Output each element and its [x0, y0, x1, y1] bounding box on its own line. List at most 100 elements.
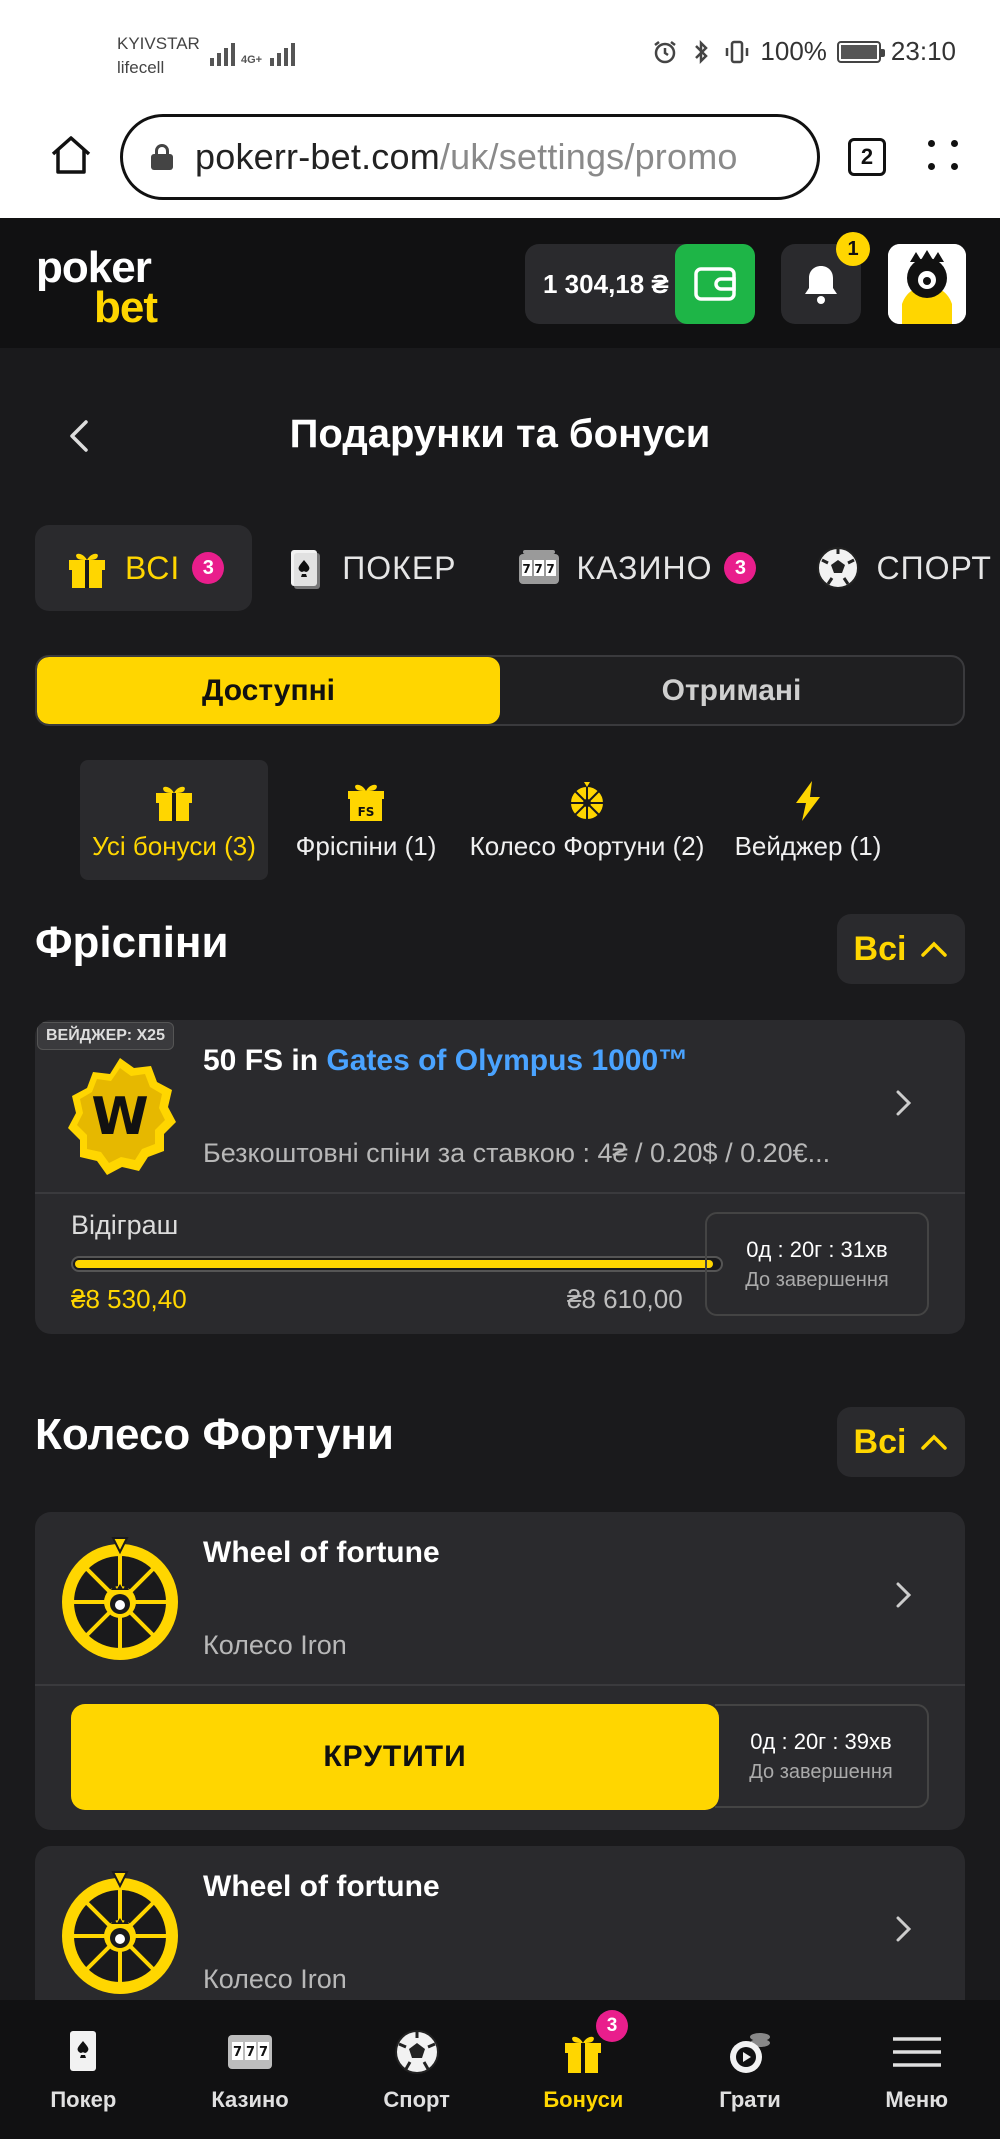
- segment-received[interactable]: Отримані: [500, 657, 963, 724]
- battery-percent: 100%: [760, 36, 827, 66]
- freespin-card-subtitle: Безкоштовні спіни за ставкою : 4₴ / 0.20…: [203, 1138, 831, 1168]
- freespins-toggle-button[interactable]: Всі: [837, 914, 965, 984]
- tab-sport[interactable]: СПОРТ: [786, 525, 991, 611]
- section-title-freespins: Фріспіни: [35, 918, 229, 967]
- wagering-progress-fill: [75, 1260, 714, 1268]
- tab-all-label: ВСІ: [125, 549, 181, 586]
- wheel-toggle-label: Всі: [853, 1422, 907, 1461]
- nav-casino-label: Казино: [211, 2086, 289, 2112]
- nav-poker[interactable]: Покер: [0, 2000, 167, 2139]
- wheel-toggle-button[interactable]: Всі: [837, 1407, 965, 1477]
- wheel-card-subtitle: Колесо Iron: [203, 1630, 347, 1660]
- address-bar[interactable]: pokerr-bet.com/uk/settings/promo: [120, 114, 820, 200]
- slot-icon: 777: [518, 550, 559, 584]
- filter-all-bonuses[interactable]: Усі бонуси (3): [80, 760, 268, 880]
- wheel-bonus-card[interactable]: Wheel of fortune Колесо Iron КРУТИТИ 0д …: [35, 1512, 965, 1830]
- url-path: /uk/settings/promo: [439, 136, 738, 177]
- more-options-icon[interactable]: [928, 140, 960, 172]
- back-arrow-icon[interactable]: [62, 418, 98, 454]
- browser-toolbar: pokerr-bet.com/uk/settings/promo 2: [0, 108, 1000, 218]
- tab-poker[interactable]: ПОКЕР: [252, 525, 486, 611]
- bluetooth-icon: [695, 39, 709, 64]
- avatar-image: [888, 244, 966, 324]
- balance-widget[interactable]: 1 304,18 ₴: [525, 244, 755, 324]
- section-title-wheel: Колесо Фортуни: [35, 1410, 394, 1459]
- svg-text:7: 7: [246, 2045, 255, 2060]
- tab-switcher-button[interactable]: 2: [848, 138, 886, 176]
- page-title-row: Подарунки та бонуси: [0, 400, 1000, 472]
- filter-freespins-label: Фріспіни (1): [295, 830, 437, 861]
- game-thumbnail-w-icon: W: [68, 1058, 176, 1175]
- play-chips-icon: [730, 2032, 771, 2073]
- carrier-name-2: lifecell: [117, 58, 165, 77]
- url-domain: pokerr-bet.com: [195, 136, 440, 177]
- chevron-right-icon[interactable]: [891, 1916, 917, 1942]
- svg-text:FS: FS: [358, 805, 375, 819]
- nav-bonuses[interactable]: Бонуси 3: [500, 2000, 667, 2139]
- expiry-timer: 0д : 20г : 31хв До завершення: [705, 1212, 929, 1316]
- site-header: poker bet 1 304,18 ₴ 1: [0, 218, 1000, 348]
- nav-menu[interactable]: Меню: [833, 2000, 1000, 2139]
- notifications-badge: 1: [836, 232, 870, 266]
- filter-wager[interactable]: Вейджер (1): [710, 760, 906, 880]
- gift-icon: [69, 553, 105, 588]
- nav-bonuses-badge: 3: [596, 2010, 629, 2042]
- nav-casino[interactable]: 777 Казино: [167, 2000, 334, 2139]
- wagering-progress-bar: [71, 1256, 723, 1272]
- nav-bonuses-label: Бонуси: [543, 2086, 624, 2112]
- wheel-card-title: Wheel of fortune: [203, 1870, 440, 1903]
- timer-caption: До завершення: [749, 1760, 893, 1783]
- home-icon[interactable]: [48, 132, 94, 178]
- poker-card-icon: [70, 2030, 97, 2071]
- nav-play[interactable]: Грати: [667, 2000, 834, 2139]
- svg-text:7: 7: [522, 562, 531, 576]
- avatar[interactable]: [888, 244, 966, 324]
- vibrate-icon: [726, 40, 749, 63]
- tab-casino[interactable]: 777 КАЗИНО 3: [487, 525, 787, 611]
- tab-poker-label: ПОКЕР: [342, 549, 457, 586]
- nav-poker-label: Покер: [50, 2086, 117, 2112]
- svg-text:7: 7: [259, 2045, 268, 2060]
- chevron-up-icon: [921, 1434, 948, 1450]
- clock: 23:10: [890, 36, 956, 66]
- tab-all[interactable]: ВСІ 3: [35, 525, 253, 611]
- filter-wheel[interactable]: Колесо Фортуни (2): [464, 760, 710, 880]
- wagering-label: Відіграш: [71, 1210, 179, 1240]
- freespin-title-prefix: 50 FS in: [203, 1044, 327, 1077]
- category-tabs: ВСІ 3 ПОКЕР 777 КАЗИНО 3 СПОРТ: [35, 525, 1000, 611]
- wagering-current-amount: ₴8 530,40: [71, 1284, 187, 1314]
- tab-all-badge: 3: [192, 552, 225, 584]
- nav-sport[interactable]: Спорт: [333, 2000, 500, 2139]
- game-link[interactable]: Gates of Olympus 1000™: [326, 1044, 688, 1077]
- freespin-bonus-card[interactable]: W ВЕЙДЖЕР: X25 50 FS in Gates of Olympus…: [35, 1020, 965, 1334]
- gift-icon: [156, 786, 192, 821]
- wallet-button[interactable]: [675, 244, 755, 324]
- status-bar: KYIVSTAR lifecell 4G+ 100% 23:10: [0, 0, 1000, 108]
- freespin-card-title: 50 FS in Gates of Olympus 1000™: [203, 1044, 688, 1078]
- filter-freespins[interactable]: FS Фріспіни (1): [268, 760, 464, 880]
- spin-button[interactable]: КРУТИТИ: [71, 1704, 719, 1810]
- filter-wheel-label: Колесо Фортуни (2): [469, 830, 705, 861]
- site-logo[interactable]: poker bet: [36, 246, 176, 330]
- football-icon: [817, 547, 860, 589]
- svg-text:W: W: [91, 1087, 148, 1147]
- filter-wager-label: Вейджер (1): [734, 830, 882, 861]
- segment-available[interactable]: Доступні: [37, 657, 500, 724]
- football-icon: [394, 2029, 439, 2074]
- wheel-card-title: Wheel of fortune: [203, 1536, 440, 1569]
- chevron-right-icon[interactable]: [891, 1582, 917, 1608]
- chevron-right-icon[interactable]: [891, 1090, 917, 1116]
- expiry-timer: 0д : 20г : 39хв До завершення: [715, 1704, 929, 1808]
- timer-value: 0д : 20г : 39хв: [750, 1728, 892, 1754]
- nav-play-label: Грати: [719, 2086, 781, 2112]
- logo-line-2: bet: [94, 283, 158, 332]
- url-text[interactable]: pokerr-bet.com/uk/settings/promo: [195, 136, 738, 178]
- chevron-up-icon: [921, 941, 948, 957]
- svg-text:7: 7: [534, 562, 543, 576]
- timer-value: 0д : 20г : 31хв: [746, 1236, 888, 1262]
- nav-menu-label: Меню: [885, 2086, 949, 2112]
- tab-casino-label: КАЗИНО: [576, 549, 713, 586]
- wheel-of-fortune-icon: [62, 1871, 178, 1994]
- svg-text:7: 7: [233, 2045, 242, 2060]
- freespins-toggle-label: Всі: [853, 929, 907, 968]
